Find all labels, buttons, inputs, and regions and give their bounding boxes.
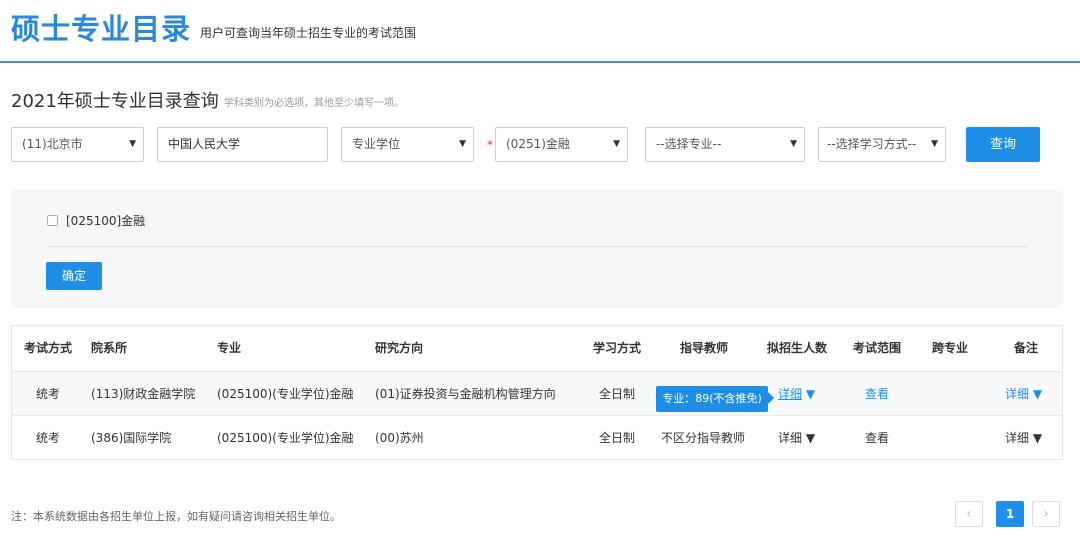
required-mark: * xyxy=(487,138,493,152)
major-value: --选择专业-- xyxy=(656,137,722,151)
cell-advisor: 不区分指导教师 xyxy=(661,431,746,445)
note-detail-link[interactable]: 详细 ▼ xyxy=(1005,416,1042,460)
degree-type-value: 专业学位 xyxy=(352,137,401,151)
th-major: 专业 xyxy=(217,341,242,355)
confirm-button[interactable]: 确定 xyxy=(46,262,102,290)
degree-type-select[interactable]: 专业学位 ▼ xyxy=(341,127,474,162)
cell-dept: (386)国际学院 xyxy=(91,431,172,445)
note-detail-label: 详细 xyxy=(1005,387,1030,401)
page-1-button[interactable]: 1 xyxy=(996,501,1024,527)
school-input[interactable]: 中国人民大学 xyxy=(157,127,328,162)
major-checkbox[interactable] xyxy=(47,215,58,226)
th-dept: 院系所 xyxy=(91,341,128,355)
major-panel xyxy=(11,189,1062,308)
query-title: 2021年硕士专业目录查询 xyxy=(11,91,219,112)
query-hint: 学科类别为必选项，其他至少填写一项。 xyxy=(224,98,404,109)
header-divider xyxy=(0,61,1080,63)
results-table: 考试方式 院系所 专业 研究方向 学习方式 指导教师 拟招生人数 考试范围 跨专… xyxy=(11,325,1063,460)
next-page-button[interactable]: › xyxy=(1032,501,1060,527)
caret-down-icon: ▼ xyxy=(1032,431,1043,445)
cell-direction: (01)证券投资与金融机构管理方向 xyxy=(375,387,556,401)
th-cross: 跨专业 xyxy=(932,341,969,355)
th-mode: 学习方式 xyxy=(593,341,642,355)
study-mode-value: --选择学习方式-- xyxy=(827,137,917,151)
table-row: 统考 (113)财政金融学院 (025100)(专业学位)金融 (01)证券投资… xyxy=(12,371,1062,415)
cell-direction: (00)苏州 xyxy=(375,431,424,445)
note-detail-label: 详细 xyxy=(1005,431,1030,445)
th-exam: 考试方式 xyxy=(24,341,73,355)
quota-detail-link[interactable]: 详细 ▼ xyxy=(778,416,815,460)
dropdown-arrow-icon: ▼ xyxy=(613,139,620,149)
dropdown-arrow-icon: ▼ xyxy=(459,139,466,149)
cell-exam: 统考 xyxy=(36,431,61,445)
cell-exam: 统考 xyxy=(36,387,61,401)
province-value: (11)北京市 xyxy=(22,137,83,151)
cell-dept: (113)财政金融学院 xyxy=(91,387,196,401)
quota-detail-label: 详细 xyxy=(778,387,803,401)
table-row: 统考 (386)国际学院 (025100)(专业学位)金融 (00)苏州 全日制… xyxy=(12,415,1062,459)
th-advisor: 指导教师 xyxy=(680,341,729,355)
caret-down-icon: ▼ xyxy=(805,431,816,445)
page-title: 硕士专业目录 xyxy=(11,12,192,46)
quota-tooltip: 专业：89(不含推免) xyxy=(656,386,768,412)
quota-detail-link[interactable]: 详细 ▼ xyxy=(778,372,815,416)
cell-mode: 全日制 xyxy=(599,431,636,445)
discipline-value: (0251)金融 xyxy=(506,137,570,151)
cell-major: (025100)(专业学位)金融 xyxy=(217,387,354,401)
study-mode-select[interactable]: --选择学习方式-- ▼ xyxy=(818,127,946,162)
scope-view-link[interactable]: 查看 xyxy=(865,372,889,416)
caret-down-icon: ▼ xyxy=(805,387,816,401)
page-subtitle: 用户可查询当年硕士招生专业的考试范围 xyxy=(200,26,417,40)
search-button[interactable]: 查询 xyxy=(966,127,1040,162)
major-select[interactable]: --选择专业-- ▼ xyxy=(645,127,805,162)
cell-mode: 全日制 xyxy=(599,387,636,401)
th-direction: 研究方向 xyxy=(375,341,424,355)
cell-major: (025100)(专业学位)金融 xyxy=(217,431,354,445)
tooltip-arrow xyxy=(768,392,774,404)
dropdown-arrow-icon: ▼ xyxy=(790,139,797,149)
province-select[interactable]: (11)北京市 ▼ xyxy=(11,127,144,162)
note-detail-link[interactable]: 详细 ▼ xyxy=(1005,372,1042,416)
discipline-select[interactable]: (0251)金融 ▼ xyxy=(495,127,628,162)
th-note: 备注 xyxy=(1014,341,1039,355)
caret-down-icon: ▼ xyxy=(1032,387,1043,401)
prev-page-button[interactable]: ‹ xyxy=(955,501,983,527)
th-scope: 考试范围 xyxy=(853,341,902,355)
scope-view-link[interactable]: 查看 xyxy=(865,416,889,460)
quota-detail-label: 详细 xyxy=(778,431,803,445)
dropdown-arrow-icon: ▼ xyxy=(931,139,938,149)
th-quota: 拟招生人数 xyxy=(767,341,828,355)
table-header: 考试方式 院系所 专业 研究方向 学习方式 指导教师 拟招生人数 考试范围 跨专… xyxy=(12,326,1062,371)
major-checkbox-label: [025100]金融 xyxy=(66,214,146,228)
footer-note: 注：本系统数据由各招生单位上报，如有疑问请咨询相关招生单位。 xyxy=(11,510,341,523)
panel-divider xyxy=(47,246,1027,247)
dropdown-arrow-icon: ▼ xyxy=(129,139,136,149)
